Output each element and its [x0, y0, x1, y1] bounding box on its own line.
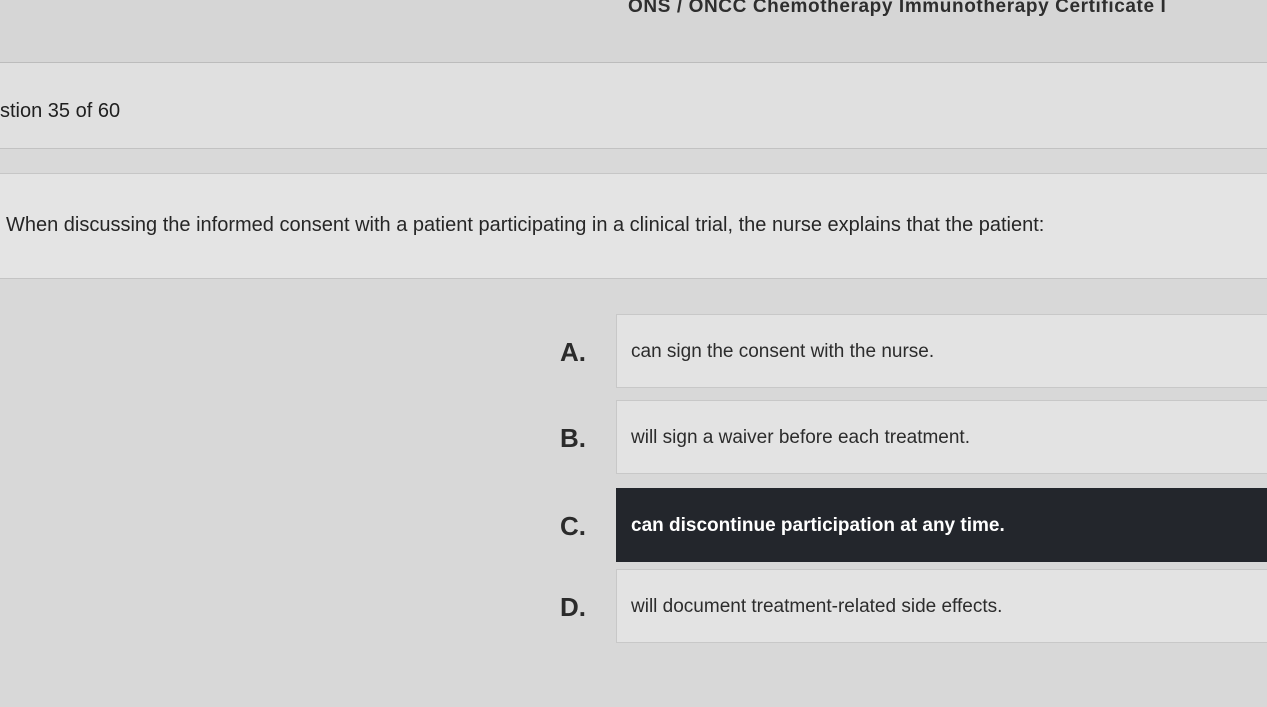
- answer-option-c[interactable]: C. can discontinue participation at any …: [560, 488, 1267, 564]
- answer-letter: C.: [560, 511, 586, 541]
- answer-box[interactable]: will document treatment-related side eff…: [616, 569, 1267, 643]
- answer-letter: A.: [560, 337, 586, 367]
- answer-box[interactable]: can sign the consent with the nurse.: [616, 314, 1267, 388]
- answer-option-d[interactable]: D. will document treatment-related side …: [560, 569, 1267, 645]
- answer-box[interactable]: will sign a waiver before each treatment…: [616, 400, 1267, 474]
- question-stem: When discussing the informed consent wit…: [6, 214, 1045, 236]
- answer-letter: D.: [560, 592, 586, 622]
- answer-option-b[interactable]: B. will sign a waiver before each treatm…: [560, 400, 1267, 476]
- answer-text: can discontinue participation at any tim…: [631, 515, 1005, 536]
- answer-option-a[interactable]: A. can sign the consent with the nurse.: [560, 314, 1267, 390]
- question-counter: stion 35 of 60: [0, 100, 121, 122]
- answer-text: will document treatment-related side eff…: [631, 596, 1003, 617]
- question-header: stion 35 of 60: [0, 63, 1267, 149]
- answer-text: will sign a waiver before each treatment…: [631, 427, 970, 448]
- answer-text: can sign the consent with the nurse.: [631, 341, 935, 362]
- app-header: ONS / ONCC Chemotherapy Immunotherapy Ce…: [0, 0, 1267, 63]
- answer-list: A. can sign the consent with the nurse. …: [0, 279, 1267, 707]
- answer-letter: B.: [560, 423, 586, 453]
- app-title: ONS / ONCC Chemotherapy Immunotherapy Ce…: [628, 0, 1167, 17]
- question-stem-panel: When discussing the informed consent wit…: [0, 174, 1267, 279]
- divider: [0, 149, 1267, 174]
- answer-box-selected[interactable]: can discontinue participation at any tim…: [616, 488, 1267, 562]
